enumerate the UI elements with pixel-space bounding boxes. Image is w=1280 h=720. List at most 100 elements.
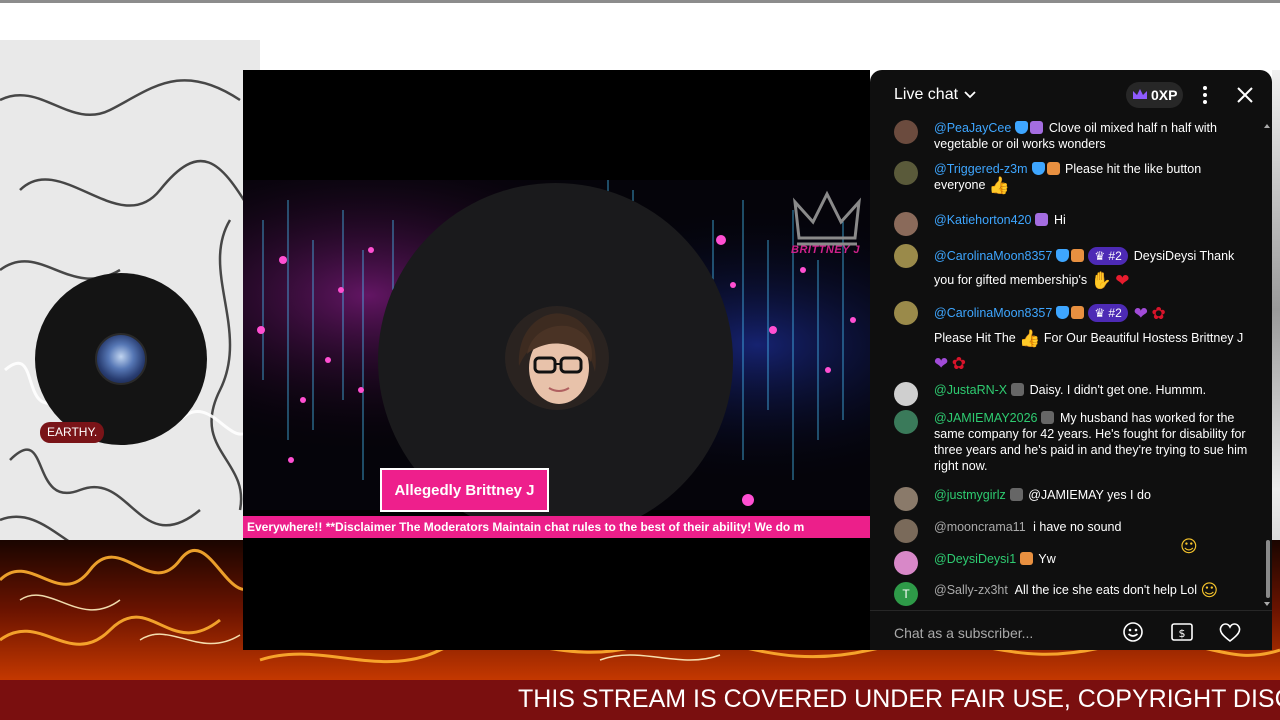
member-badge-icon xyxy=(1071,306,1085,319)
gift-rank-value: #2 xyxy=(1108,249,1122,263)
chat-header: Live chat 0XP xyxy=(870,70,1272,120)
purple-heart-icon: ❤ xyxy=(1133,304,1149,324)
chat-composer: $ xyxy=(870,610,1272,650)
crown-icon xyxy=(1133,89,1147,99)
rose-icon: ✿ xyxy=(951,354,966,374)
avatar-letter: T xyxy=(902,587,910,601)
member-badge-icon xyxy=(1041,411,1055,424)
message-author[interactable]: @CarolinaMoon8357 xyxy=(934,249,1052,263)
video-player[interactable]: BRITTNEY J Allegedly Brittney J Everywhe… xyxy=(243,70,870,650)
waving-hand-icon: ✋ xyxy=(1090,271,1112,291)
member-badge-icon xyxy=(1011,383,1025,396)
chat-message: @justmygirlz @JAMIEMAY yes I do xyxy=(894,487,1254,511)
gift-rank-badge: ♛ #2 xyxy=(1088,247,1128,265)
chat-message: @Triggered-z3m Please hit the like butto… xyxy=(894,161,1254,196)
chat-message: @CarolinaMoon8357 ♛ #2 DeysiDeysi Thank yo… xyxy=(894,244,1254,293)
host-name-tag: Allegedly Brittney J xyxy=(380,468,549,512)
gift-rank-value: #2 xyxy=(1108,306,1122,320)
dot-icon xyxy=(1203,86,1207,90)
chat-scrollbar[interactable] xyxy=(1264,122,1270,610)
banner-text: THIS STREAM IS COVERED UNDER FAIR USE, C… xyxy=(518,685,1280,713)
message-text: All the ice she eats don't help Lol xyxy=(1014,583,1197,597)
heart-icon[interactable] xyxy=(1218,621,1242,643)
message-author[interactable]: @Sally-zx3ht xyxy=(934,583,1008,597)
gift-rank-badge: ♛ #2 xyxy=(1088,304,1128,322)
top-border xyxy=(0,0,1280,3)
guest-avatar xyxy=(95,333,147,385)
thumbs-up-icon: 👍 xyxy=(988,176,1011,196)
chat-input[interactable] xyxy=(894,623,1114,643)
grin-emoji-icon: ☺ xyxy=(1180,537,1198,557)
chat-message: @mooncrama11 i have no sound xyxy=(894,519,1254,543)
message-author[interactable]: @CarolinaMoon8357 xyxy=(934,306,1052,320)
chat-message: T @Sally-zx3ht All the ice she eats don'… xyxy=(894,581,1254,606)
message-text: @JAMIEMAY yes I do xyxy=(1028,488,1151,502)
user-avatar xyxy=(894,382,918,406)
moderator-badge-icon xyxy=(1015,121,1029,134)
chat-message: @DeysiDeysi1 Yw ☺ xyxy=(894,539,1254,575)
user-avatar xyxy=(894,161,918,185)
grin-emoji-icon: ☺ xyxy=(1200,581,1219,601)
member-badge-icon xyxy=(1009,488,1023,501)
live-chat-panel: Live chat 0XP @PeaJayCee Clove oil mixed… xyxy=(870,70,1272,650)
message-author[interactable]: @DeysiDeysi1 xyxy=(934,552,1016,566)
chat-message-list[interactable]: @PeaJayCee Clove oil mixed half n half w… xyxy=(870,120,1272,610)
chevron-down-icon[interactable] xyxy=(963,88,977,102)
heart-icon: ❤ xyxy=(1115,271,1130,291)
message-text: i have no sound xyxy=(1033,520,1122,534)
message-author[interactable]: @PeaJayCee xyxy=(934,121,1011,135)
user-avatar: T xyxy=(894,582,918,606)
dot-icon xyxy=(1203,93,1207,97)
chat-title[interactable]: Live chat xyxy=(894,86,958,104)
xp-value: 0XP xyxy=(1151,87,1178,103)
close-icon[interactable] xyxy=(1234,84,1256,106)
chat-message: @JustaRN-X Daisy. I didn't get one. Humm… xyxy=(894,382,1254,406)
message-text: Yw xyxy=(1038,552,1056,566)
chat-message: @PeaJayCee Clove oil mixed half n half w… xyxy=(894,120,1254,152)
member-badge-icon xyxy=(1071,249,1085,262)
more-options-button[interactable] xyxy=(1194,84,1216,106)
disclaimer-ticker: Everywhere!! **Disclaimer The Moderators… xyxy=(243,516,870,538)
xp-badge[interactable]: 0XP xyxy=(1126,82,1184,108)
user-avatar xyxy=(894,487,918,511)
message-author[interactable]: @justmygirlz xyxy=(934,488,1006,502)
message-author[interactable]: @Triggered-z3m xyxy=(934,162,1028,176)
member-badge-icon xyxy=(1035,213,1049,226)
host-avatar xyxy=(505,306,609,410)
dot-icon xyxy=(1203,100,1207,104)
super-chat-icon[interactable]: $ xyxy=(1170,621,1194,643)
svg-text:$: $ xyxy=(1179,627,1186,640)
guest-name-badge: EARTHY. xyxy=(40,422,105,443)
user-avatar xyxy=(894,519,918,543)
message-author[interactable]: @mooncrama11 xyxy=(934,520,1026,534)
message-text: Hi xyxy=(1053,213,1066,227)
member-badge-icon xyxy=(1030,121,1044,134)
message-text: Daisy. I didn't get one. Hummm. xyxy=(1029,383,1207,397)
logo-text: BRITTNEY J xyxy=(791,244,860,256)
user-avatar xyxy=(894,244,918,268)
scrollbar-thumb[interactable] xyxy=(1266,540,1270,598)
member-badge-icon xyxy=(1046,162,1060,175)
moderator-badge-icon xyxy=(1031,162,1045,175)
moderator-badge-icon xyxy=(1056,249,1070,262)
copyright-banner: THIS STREAM IS COVERED UNDER FAIR USE, C… xyxy=(0,680,1280,720)
message-author[interactable]: @Katiehorton420 xyxy=(934,213,1031,227)
purple-heart-icon: ❤ xyxy=(934,354,949,374)
rose-icon: ✿ xyxy=(1151,304,1166,324)
user-avatar xyxy=(894,410,918,434)
chat-message: @CarolinaMoon8357 ♛ #2 ❤ ✿ Please Hit The … xyxy=(894,301,1254,376)
user-avatar xyxy=(894,120,918,144)
user-avatar xyxy=(894,551,918,575)
message-author[interactable]: @JAMIEMAY2026 xyxy=(934,411,1037,425)
moderator-badge-icon xyxy=(1056,306,1070,319)
chat-message: @Katiehorton420 Hi xyxy=(894,212,1254,236)
member-badge-icon xyxy=(1020,552,1034,565)
message-text-cont: For Our Beautiful Hostess Brittney J xyxy=(1043,331,1244,345)
user-avatar xyxy=(894,212,918,236)
scroll-arrows-icon xyxy=(1264,124,1270,606)
message-author[interactable]: @JustaRN-X xyxy=(934,383,1007,397)
guest-avatar-circle xyxy=(35,273,207,445)
message-text: Please Hit The xyxy=(934,331,1016,345)
emoji-icon[interactable] xyxy=(1122,621,1144,643)
chat-message: @JAMIEMAY2026 My husband has worked for … xyxy=(894,410,1254,474)
